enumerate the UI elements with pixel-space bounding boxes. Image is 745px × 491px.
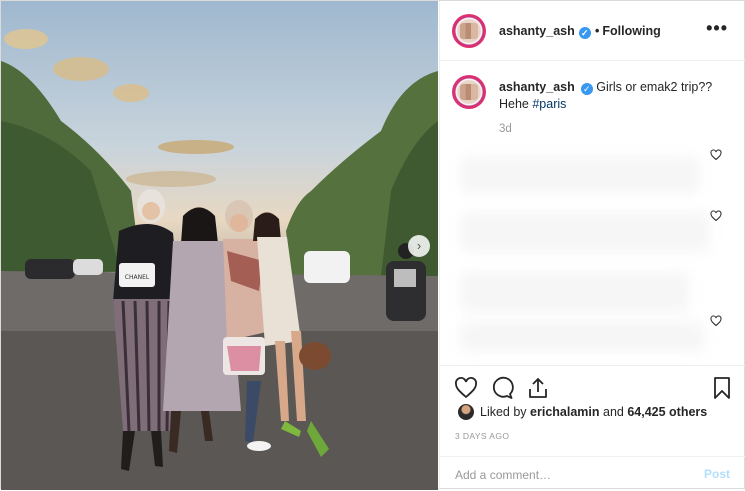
blurred-comment — [460, 157, 700, 193]
likes-summary: Liked by erichalamin and 64,425 others — [458, 404, 707, 420]
liker-username[interactable]: erichalamin — [530, 405, 599, 419]
separator-dot: • — [595, 24, 600, 38]
likes-prefix: Liked by — [480, 405, 531, 419]
hashtag-link[interactable]: #paris — [532, 97, 566, 111]
comments-section: ashanty_ash ✓ Girls or emak2 trip?? Hehe … — [440, 62, 745, 365]
caption-time[interactable]: 3d — [499, 123, 512, 135]
heart-icon[interactable] — [454, 376, 478, 400]
liker-avatar[interactable] — [458, 404, 474, 420]
more-options-icon[interactable]: ••• — [706, 18, 728, 39]
header-username[interactable]: ashanty_ash ✓ — [499, 24, 591, 39]
following-button[interactable]: Following — [602, 24, 660, 38]
avatar-photo — [460, 23, 478, 39]
comment-like-heart-icon[interactable] — [710, 210, 722, 222]
caption-body-line2: Hehe — [499, 97, 533, 111]
caption-text: ashanty_ash ✓ Girls or emak2 trip?? Hehe … — [499, 79, 719, 113]
blurred-comment — [460, 272, 690, 312]
post-comment-button[interactable]: Post — [704, 467, 730, 481]
post-actions: Liked by erichalamin and 64,425 others 3… — [440, 365, 745, 490]
bookmark-icon[interactable] — [710, 376, 734, 400]
comment-icon[interactable] — [490, 376, 514, 400]
comment-input[interactable] — [455, 466, 685, 484]
next-photo-button[interactable]: › — [408, 235, 430, 257]
follow-status[interactable]: • Following — [593, 24, 661, 38]
post-header: ashanty_ash ✓ • Following ••• — [440, 1, 745, 61]
blurred-comments — [460, 152, 740, 357]
avatar-photo — [460, 84, 478, 100]
caption-username[interactable]: ashanty_ash — [499, 80, 575, 94]
comment-like-heart-icon[interactable] — [710, 315, 722, 327]
likes-count[interactable]: 64,425 others — [627, 405, 707, 419]
post-photo[interactable]: CHANEL › — [1, 1, 438, 490]
verified-badge-icon: ✓ — [578, 27, 591, 39]
likes-middle: and — [599, 405, 628, 419]
blurred-comment — [460, 212, 710, 252]
caption-avatar[interactable] — [452, 75, 486, 109]
photo-illustration: CHANEL — [1, 29, 438, 490]
comment-like-heart-icon[interactable] — [710, 149, 722, 161]
username-text[interactable]: ashanty_ash — [499, 24, 575, 38]
blurred-comment — [460, 322, 705, 352]
caption-body: Girls or emak2 trip?? — [596, 80, 713, 94]
chanel-bag-text: CHANEL — [125, 274, 150, 281]
post-date[interactable]: 3 DAYS AGO — [455, 431, 509, 441]
verified-badge-icon: ✓ — [580, 83, 593, 95]
instagram-post: CHANEL › ashanty_ash ✓ • Following ••• a… — [0, 0, 745, 490]
share-icon[interactable] — [526, 376, 550, 400]
next-arrow-icon: › — [416, 238, 422, 253]
post-side-panel: ashanty_ash ✓ • Following ••• ashanty_ash ✓… — [439, 1, 745, 490]
add-comment-bar: Post — [440, 456, 745, 491]
profile-avatar[interactable] — [452, 14, 486, 48]
